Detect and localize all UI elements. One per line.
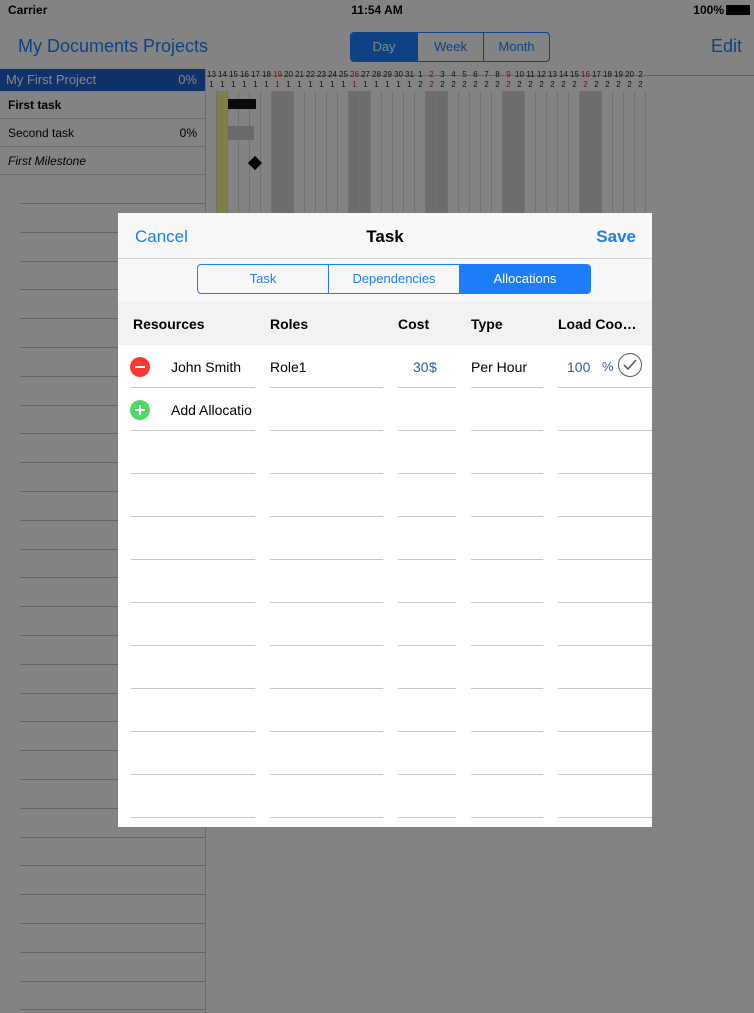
- empty-allocation-row[interactable]: [118, 517, 652, 560]
- empty-allocation-row[interactable]: [118, 474, 652, 517]
- task-editor-modal: Cancel Task Save Task Dependencies Alloc…: [118, 213, 652, 827]
- save-button[interactable]: Save: [596, 227, 636, 247]
- empty-allocation-row[interactable]: [118, 646, 652, 689]
- load-unit: %: [602, 359, 614, 374]
- modal-segment-bar: Task Dependencies Allocations: [118, 259, 652, 301]
- load-value[interactable]: 100: [567, 359, 590, 375]
- empty-allocation-row[interactable]: [118, 560, 652, 603]
- remove-allocation-icon[interactable]: [130, 357, 150, 377]
- cost-currency: $: [429, 359, 437, 375]
- task-tabs-segmented-control: Task Dependencies Allocations: [197, 264, 591, 294]
- column-header-resources: Resources: [133, 316, 205, 332]
- column-header-cost: Cost: [398, 316, 430, 332]
- column-header-roles: Roles: [270, 316, 309, 332]
- column-header-type: Type: [471, 316, 503, 332]
- cost-value[interactable]: 30: [413, 359, 429, 375]
- empty-allocation-row[interactable]: [118, 689, 652, 732]
- role-cell[interactable]: Role1: [270, 359, 307, 375]
- column-header-load: Load Coo…: [558, 316, 637, 332]
- empty-allocation-row[interactable]: [118, 775, 652, 818]
- modal-title: Task: [366, 227, 404, 246]
- add-allocation-label[interactable]: Add Allocatio: [171, 402, 252, 418]
- empty-allocation-row[interactable]: [118, 732, 652, 775]
- allocation-row: John Smith Role1 30 $ Per Hour 100 %: [118, 345, 652, 388]
- add-allocation-row[interactable]: Add Allocatio: [118, 388, 652, 431]
- tab-allocations[interactable]: Allocations: [459, 265, 590, 293]
- add-allocation-icon[interactable]: [130, 400, 150, 420]
- empty-allocation-row[interactable]: [118, 603, 652, 646]
- resource-cell[interactable]: John Smith: [171, 359, 241, 375]
- tab-dependencies[interactable]: Dependencies: [328, 265, 459, 293]
- checkmark-icon[interactable]: [618, 353, 642, 377]
- allocation-table-header: Resources Roles Cost Type Load Coo…: [118, 301, 652, 345]
- tab-task[interactable]: Task: [198, 265, 328, 293]
- modal-navbar: Cancel Task Save: [118, 213, 652, 259]
- type-cell[interactable]: Per Hour: [471, 359, 527, 375]
- empty-allocation-row[interactable]: [118, 431, 652, 474]
